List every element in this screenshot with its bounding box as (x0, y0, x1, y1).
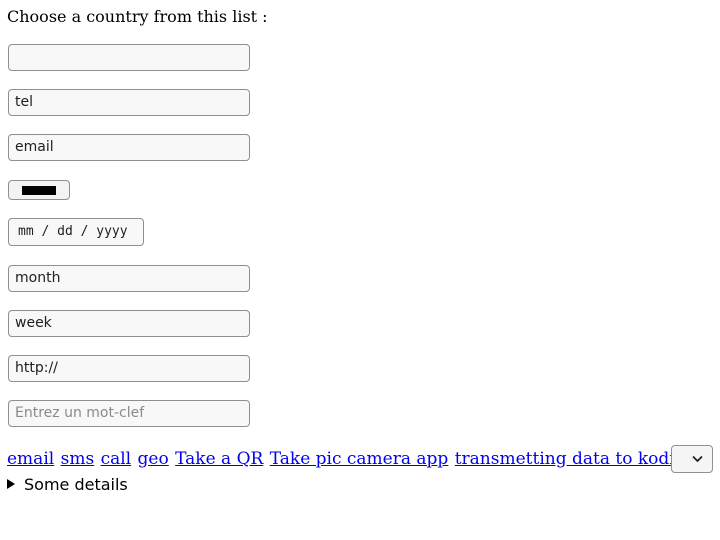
email-input[interactable]: email (8, 134, 250, 161)
country-prompt-label: Choose a country from this list : (7, 7, 268, 26)
call-link[interactable]: call (101, 449, 132, 469)
week-input[interactable]: week (8, 310, 250, 337)
tel-input[interactable]: tel (8, 89, 250, 116)
chevron-down-icon (692, 455, 703, 463)
details-summary: Some details (24, 475, 128, 494)
color-swatch (22, 186, 56, 195)
country-input[interactable] (8, 44, 250, 71)
disclosure-triangle-icon (7, 479, 15, 489)
camera-app-link[interactable]: Take pic camera app (270, 449, 449, 469)
take-qr-link[interactable]: Take a QR (175, 449, 263, 469)
month-input[interactable]: month (8, 265, 250, 292)
action-links: email sms call geo Take a QR Take pic ca… (7, 449, 713, 469)
url-input[interactable]: http:// (8, 355, 250, 382)
country-select[interactable] (671, 445, 713, 473)
date-input[interactable]: mm / dd / yyyy (8, 218, 144, 246)
search-input[interactable]: Entrez un mot-clef (8, 400, 250, 427)
sms-link[interactable]: sms (61, 449, 95, 469)
color-picker[interactable] (8, 180, 70, 200)
details-disclosure[interactable]: Some details (7, 475, 128, 495)
geo-link[interactable]: geo (138, 449, 169, 469)
email-link[interactable]: email (7, 449, 54, 469)
